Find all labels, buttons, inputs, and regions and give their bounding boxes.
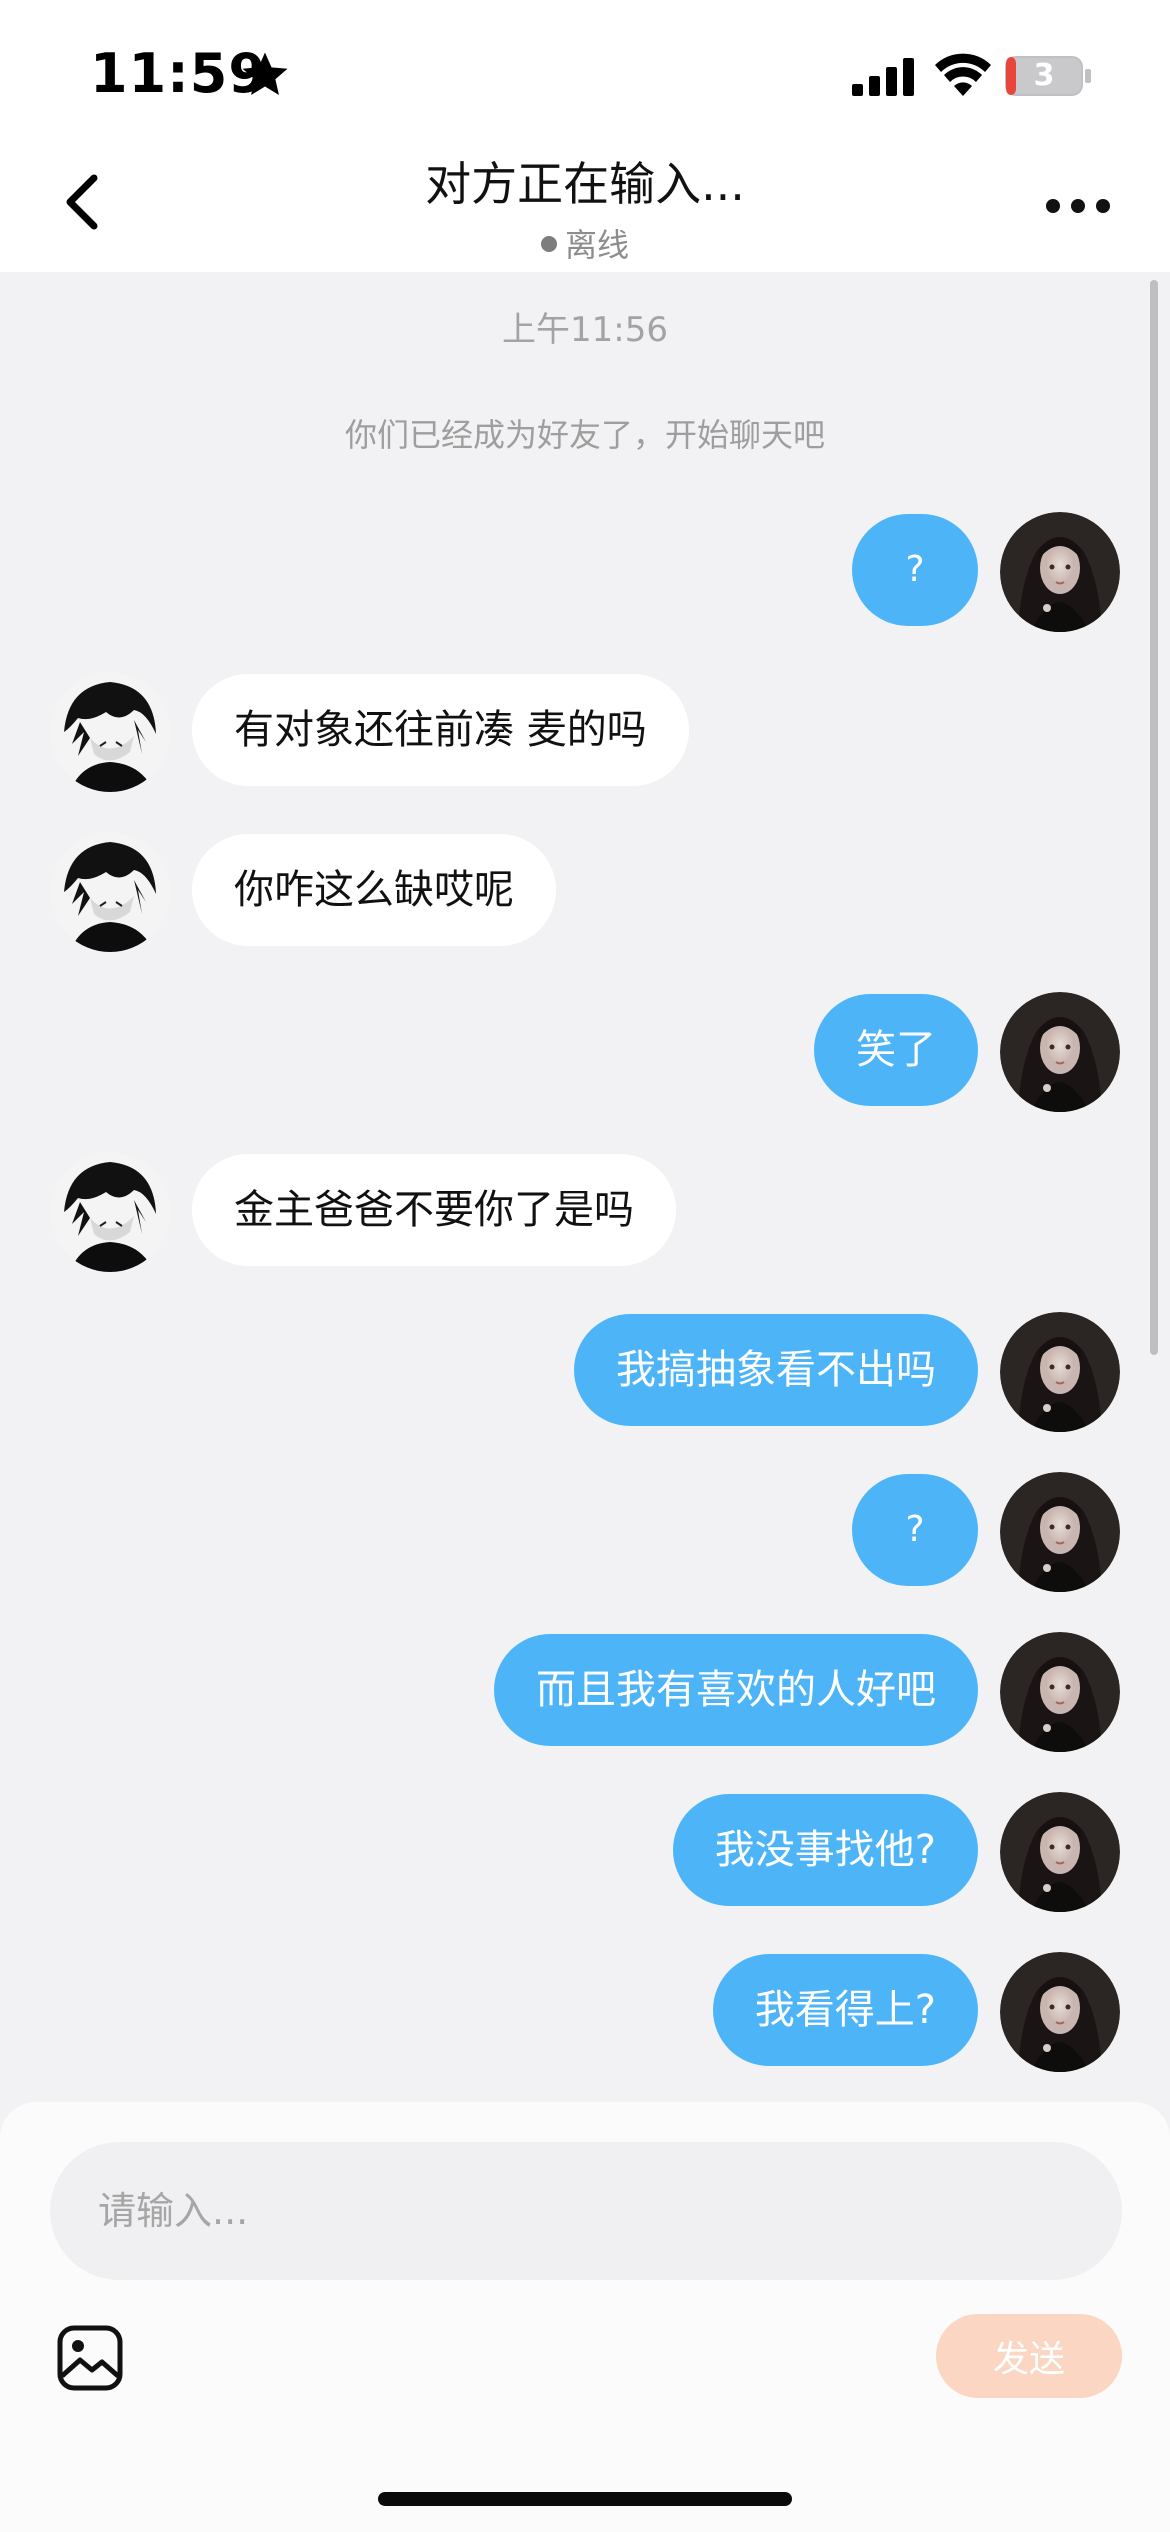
message-bubble[interactable]: 你咋这么缺哎呢 — [192, 834, 556, 946]
signal-icon — [852, 58, 914, 96]
my-avatar[interactable] — [1000, 512, 1120, 632]
my-avatar[interactable] — [1000, 1472, 1120, 1592]
message-row: 而且我有喜欢的人好吧 — [0, 1632, 1170, 1752]
contact-avatar[interactable] — [50, 1152, 170, 1272]
chat-screen: 11:59 3 对方正在输入... 离线 上午11:56 你们已经成为好友了，开… — [0, 0, 1170, 2532]
my-avatar[interactable] — [1000, 1792, 1120, 1912]
my-avatar[interactable] — [1000, 992, 1120, 1112]
message-row: 我看得上? — [0, 1952, 1170, 2072]
contact-avatar[interactable] — [50, 832, 170, 952]
online-status: 离线 — [485, 220, 685, 266]
wifi-icon — [935, 53, 991, 96]
message-bubble[interactable]: ? — [852, 514, 978, 626]
message-bubble[interactable]: 我看得上? — [712, 1954, 978, 2066]
message-row: 我搞抽象看不出吗 — [0, 1312, 1170, 1432]
my-avatar[interactable] — [1000, 1952, 1120, 2072]
star-icon — [242, 52, 288, 96]
message-list[interactable]: 上午11:56 你们已经成为好友了，开始聊天吧 ? 有对象还往前凑 麦的吗 你咋… — [0, 272, 1170, 2102]
message-row: 金主爸爸不要你了是吗 — [0, 1152, 1170, 1272]
message-bubble[interactable]: 而且我有喜欢的人好吧 — [494, 1634, 978, 1746]
message-row: 有对象还往前凑 麦的吗 — [0, 672, 1170, 792]
message-row: ? — [0, 1472, 1170, 1592]
message-row: 笑了 — [0, 992, 1170, 1112]
message-row: 我没事找他? — [0, 1792, 1170, 1912]
status-bar: 11:59 3 — [0, 0, 1170, 140]
more-horizontal-icon[interactable] — [1045, 196, 1111, 216]
chat-header: 对方正在输入... 离线 — [0, 140, 1170, 272]
message-bubble[interactable]: ? — [852, 1474, 978, 1586]
contact-avatar[interactable] — [50, 672, 170, 792]
status-dot-icon — [540, 236, 557, 252]
message-bubble[interactable]: 金主爸爸不要你了是吗 — [192, 1154, 676, 1266]
message-bubble[interactable]: 我搞抽象看不出吗 — [574, 1314, 978, 1426]
my-avatar[interactable] — [1000, 1632, 1120, 1752]
composer: 发送 — [0, 2102, 1170, 2532]
home-indicator[interactable] — [378, 2492, 792, 2506]
image-icon[interactable] — [56, 2324, 124, 2392]
message-bubble[interactable]: 我没事找他? — [672, 1794, 978, 1906]
chat-title: 对方正在输入... — [425, 157, 745, 211]
online-status-label: 离线 — [564, 226, 629, 264]
system-message: 你们已经成为好友了，开始聊天吧 — [344, 416, 825, 454]
chevron-left-icon[interactable] — [58, 172, 106, 232]
send-button[interactable]: 发送 — [936, 2314, 1122, 2398]
my-avatar[interactable] — [1000, 1312, 1120, 1432]
chat-timestamp: 上午11:56 — [502, 310, 668, 350]
message-row: 你咋这么缺哎呢 — [0, 832, 1170, 952]
message-input[interactable] — [50, 2142, 1122, 2280]
message-row: ? — [0, 512, 1170, 632]
message-bubble[interactable]: 有对象还往前凑 麦的吗 — [192, 674, 689, 786]
battery-level: 3 — [1033, 58, 1055, 93]
message-bubble[interactable]: 笑了 — [814, 994, 978, 1106]
